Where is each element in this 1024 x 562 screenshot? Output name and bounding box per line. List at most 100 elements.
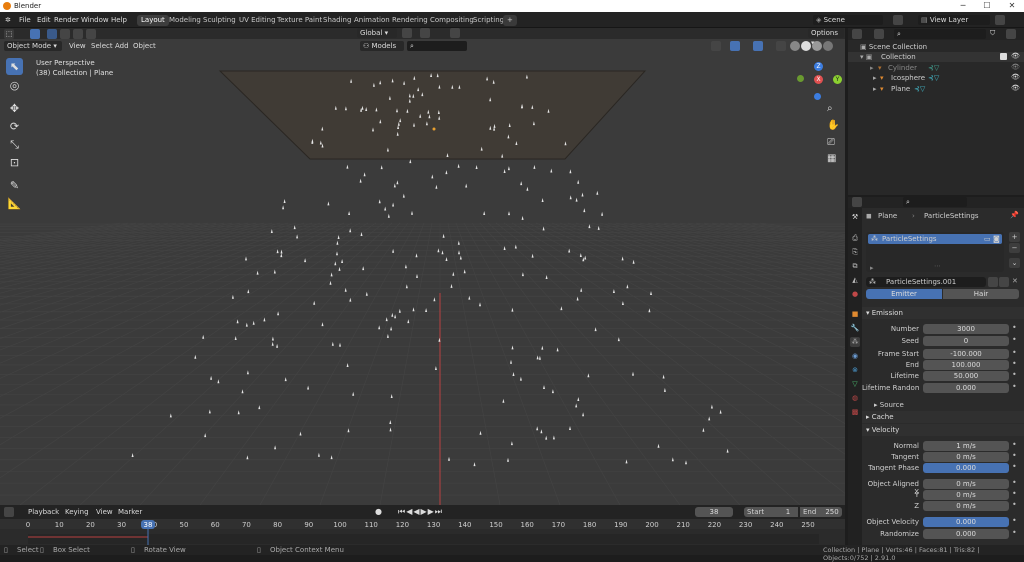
physics-tab-icon[interactable]: ◉	[850, 351, 860, 361]
source-subpanel[interactable]: ▸ Source	[874, 401, 904, 409]
current-frame-field[interactable]: 38	[695, 507, 733, 517]
properties-editor-icon[interactable]	[852, 197, 862, 207]
render-tab-icon[interactable]: ⎙	[850, 233, 860, 243]
material-shading-icon[interactable]	[812, 41, 822, 51]
wireframe-shading-icon[interactable]	[790, 41, 800, 51]
annotate-tool-icon[interactable]: ✎	[6, 177, 23, 194]
normal-field[interactable]: 1 m/s	[923, 441, 1009, 451]
tool-tab-icon[interactable]: ⚒	[850, 212, 860, 222]
close-button[interactable]: ✕	[1002, 1, 1022, 11]
blender-menu-icon[interactable]: ✲	[5, 16, 11, 24]
collection-dropdown[interactable]: ⚇ Models	[360, 41, 404, 51]
new-scene-icon[interactable]	[893, 15, 903, 25]
frame-start-field[interactable]: -100.000	[923, 349, 1009, 359]
cylinder-expand-icon[interactable]: ▸	[870, 64, 874, 72]
timeline-menu-view[interactable]: View	[96, 508, 113, 516]
gizmo-x-axis[interactable]: X	[814, 75, 823, 84]
menu-window[interactable]: Window	[81, 16, 109, 24]
hair-type-button[interactable]: Hair	[943, 289, 1019, 299]
duplicate-settings-icon[interactable]	[999, 277, 1009, 287]
icosphere-expand-icon[interactable]: ▸	[873, 74, 877, 82]
slot-menu-button[interactable]: ⌄	[1009, 258, 1020, 268]
menu-help[interactable]: Help	[111, 16, 127, 24]
data-tab-icon[interactable]: ▽	[850, 379, 860, 389]
output-tab-icon[interactable]: ⎘	[850, 247, 860, 257]
list-resize-handle[interactable]: ⋯	[934, 262, 941, 270]
camera-view-icon[interactable]: ⎚	[827, 137, 835, 148]
viewport-menu-add[interactable]: Add	[115, 42, 129, 50]
outliner-row-cylinder[interactable]: ▸ ▾ Cylinder ⊰▽ 👁	[848, 63, 1024, 73]
object-aligned-x-field[interactable]: 0 m/s	[923, 479, 1009, 489]
outliner-filter-icon[interactable]: ⛉	[990, 29, 995, 38]
end-frame-field[interactable]: 250	[822, 507, 842, 517]
number-field[interactable]: 3000	[923, 324, 1009, 334]
lifetime-field[interactable]: 50.000	[923, 371, 1009, 381]
tangent-keyframe-icon[interactable]: •	[1012, 451, 1017, 460]
navigation-gizmo[interactable]: Z Y X	[797, 62, 843, 108]
3d-viewport[interactable]	[0, 28, 845, 505]
timeline-menu-playback[interactable]: Playback	[28, 508, 59, 516]
options-dropdown[interactable]: Options ▾	[808, 28, 844, 47]
outliner-row-collection[interactable]: ▾ ▣ Collection 👁	[848, 52, 1024, 62]
view-layer-selector[interactable]: ▤ View Layer	[918, 15, 990, 25]
list-expand-icon[interactable]: ▸	[870, 264, 874, 272]
outliner-display-mode-icon[interactable]	[874, 29, 884, 39]
playback-controls[interactable]: ⏮◀◀▶▶⏭	[398, 507, 443, 517]
new-collection-icon[interactable]	[1006, 29, 1016, 39]
seed-keyframe-icon[interactable]: •	[1012, 335, 1017, 344]
scene-selector[interactable]: ◈ Scene	[813, 15, 883, 25]
slot-viewport-icon[interactable]: ▭	[984, 235, 991, 243]
cursor-tool-icon[interactable]: ◎	[6, 77, 23, 94]
outliner-row-plane[interactable]: ▸ ▾ Plane ⊰▽ 👁	[848, 84, 1024, 94]
particle-system-slot[interactable]: ⁂ ParticleSettings ▭ ◙	[868, 234, 1002, 244]
gizmo-toggle-icon[interactable]	[730, 41, 740, 51]
add-slot-button[interactable]: +	[1009, 232, 1020, 242]
settings-users-icon[interactable]	[988, 277, 998, 287]
ortho-toggle-icon[interactable]: ▦	[827, 153, 836, 164]
rotate-tool-icon[interactable]: ⟳	[6, 118, 23, 135]
scene-tab-icon[interactable]: ◭	[850, 275, 860, 285]
modifier-tab-icon[interactable]: 🔧	[850, 323, 860, 333]
properties-search-input[interactable]: ⌕	[903, 197, 967, 207]
gizmo-neg-y[interactable]	[797, 75, 804, 82]
timeline-body[interactable]: 0102030405060708090100110120130140150160…	[0, 519, 845, 545]
select-extend-icon[interactable]	[60, 29, 70, 39]
tangent-phase-field[interactable]: 0.000	[923, 463, 1009, 473]
collection-checkbox[interactable]	[1000, 53, 1007, 60]
randomize-keyframe-icon[interactable]: •	[1012, 528, 1017, 537]
select-box-tool-icon[interactable]: ⬉	[6, 58, 23, 75]
remove-slot-button[interactable]: −	[1009, 243, 1020, 253]
menu-file[interactable]: File	[19, 16, 31, 24]
normal-keyframe-icon[interactable]: •	[1012, 440, 1017, 449]
scale-tool-icon[interactable]: ⤡	[6, 136, 23, 153]
outliner-search-input[interactable]: ⌕	[894, 29, 986, 39]
particle-system-list[interactable]: ⁂ ParticleSettings ▭ ◙ ▸ ⋯	[866, 232, 1004, 272]
end-keyframe-icon[interactable]: •	[1012, 359, 1017, 368]
icosphere-visibility-icon[interactable]: 👁	[1011, 73, 1020, 81]
outliner-row-icosphere[interactable]: ▸ ▾ Icosphere ⊰▽ 👁	[848, 73, 1024, 83]
end-field[interactable]: 100.000	[923, 360, 1009, 370]
proportional-edit-icon[interactable]	[450, 28, 460, 38]
object-tab-icon[interactable]: ■	[850, 309, 860, 319]
object-aligned-y-field[interactable]: 0 m/s	[923, 490, 1009, 500]
select-invert-icon[interactable]	[86, 29, 96, 39]
randomize-field[interactable]: 0.000	[923, 529, 1009, 539]
particle-settings-selector[interactable]: ⁂ ParticleSettings.001	[866, 277, 986, 287]
frame-start-keyframe-icon[interactable]: •	[1012, 348, 1017, 357]
solid-shading-icon[interactable]	[801, 41, 811, 51]
menu-edit[interactable]: Edit	[37, 16, 51, 24]
workspace-tab-sculpting[interactable]: Sculpting	[199, 15, 240, 26]
cache-panel-header[interactable]: ▸ Cache	[862, 411, 1024, 423]
viewport-menu-view[interactable]: View	[69, 42, 86, 50]
object-aligned-x-keyframe-icon[interactable]: •	[1012, 478, 1017, 487]
view-layer-tab-icon[interactable]: ⧉	[850, 261, 860, 271]
pan-view-icon[interactable]: ✋	[827, 120, 839, 131]
object-aligned-y-keyframe-icon[interactable]: •	[1012, 489, 1017, 498]
tangent-phase-keyframe-icon[interactable]: •	[1012, 462, 1017, 471]
box-select-icon[interactable]	[47, 29, 57, 39]
tangent-field[interactable]: 0 m/s	[923, 452, 1009, 462]
lifetime-keyframe-icon[interactable]: •	[1012, 370, 1017, 379]
visibility-icon[interactable]	[711, 41, 721, 51]
zoom-view-icon[interactable]: ⌕	[827, 103, 833, 114]
particles-tab-icon[interactable]: ⁂	[850, 337, 860, 347]
